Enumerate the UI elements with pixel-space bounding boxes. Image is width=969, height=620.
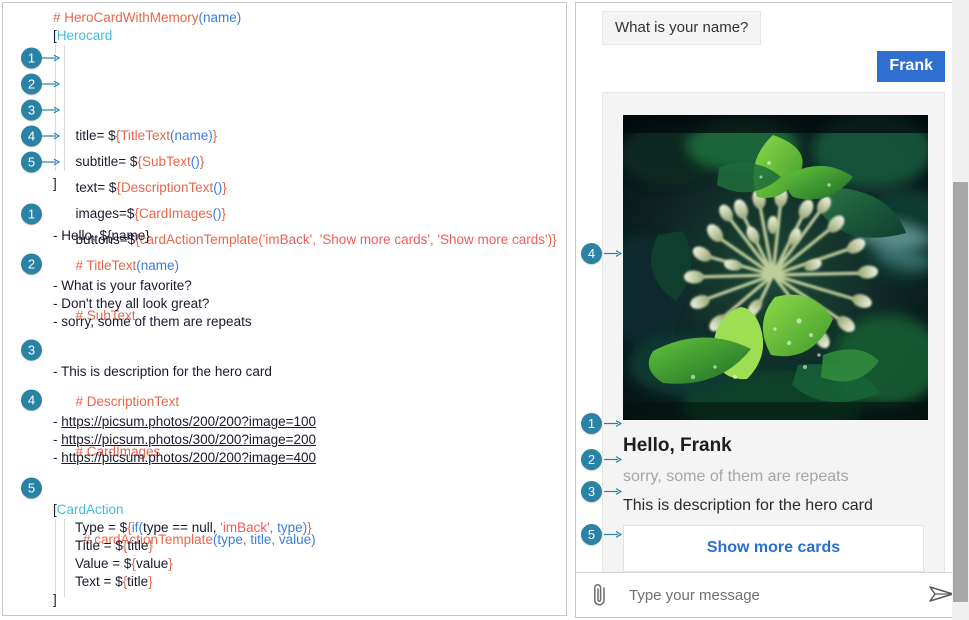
scrollbar-thumb[interactable]	[953, 182, 968, 602]
hero-card-title: Hello, Frank	[623, 435, 732, 456]
message-input[interactable]	[627, 585, 927, 605]
bot-message-bubble: What is your name?	[602, 11, 762, 45]
bot-message-row: What is your name?	[576, 3, 967, 45]
image-url-link[interactable]: https://picsum.photos/200/200?image=100	[61, 414, 316, 429]
show-more-cards-button[interactable]: Show more cards	[623, 525, 924, 572]
marker-badge-4: 4	[21, 389, 42, 411]
cardimages-link-row: - https://picsum.photos/300/200?image=20…	[53, 432, 317, 447]
cardaction-prop-text: Text = ${title}	[75, 574, 153, 589]
block-header-cardactiontemplate: 5 # cardActionTemplate(type, title, valu…	[3, 475, 566, 547]
paperclip-icon[interactable]	[589, 582, 611, 608]
arrow-icon	[42, 158, 60, 167]
hero-card-text: This is description for the hero card	[623, 497, 873, 514]
green-leaves-flower-buds-image	[623, 115, 928, 420]
marker-badge-1: 1	[21, 47, 42, 69]
cardaction-open: [CardAction	[53, 502, 124, 517]
cardaction-prop-title: Title = ${title}	[75, 538, 153, 553]
subtext-item: - Don't they all look great?	[53, 296, 210, 311]
chat-panel: What is your name? Frank Hello, Frank so…	[575, 2, 967, 618]
arrow-icon	[42, 54, 60, 63]
image-url-link[interactable]: https://picsum.photos/200/200?image=400	[61, 450, 316, 465]
arrow-icon	[42, 80, 60, 89]
window-scrollbar[interactable]	[952, 0, 969, 620]
arrow-icon	[604, 530, 622, 539]
prop-subtitle: 2 subtitle= ${SubText()}	[3, 71, 566, 169]
cardaction-close: ]	[53, 592, 57, 607]
chat-marker-5: 5	[581, 524, 622, 545]
arrow-icon	[604, 249, 622, 258]
marker-badge-3: 3	[21, 99, 42, 121]
cardaction-prop-type: Type = ${if(type == null, 'imBack', type…	[75, 520, 312, 535]
prop-images: 4 images=${CardImages()}	[3, 123, 566, 221]
prop-buttons: 5 buttons=${cardActionTemplate('imBack',…	[3, 149, 566, 247]
user-message-bubble: Frank	[877, 51, 945, 82]
block-header-titletext: 1 # TitleText(name)	[3, 201, 566, 273]
descriptiontext-item: - This is description for the hero card	[53, 364, 272, 379]
hero-card-subtitle: sorry, some of them are repeats	[623, 468, 849, 485]
subtext-item: - sorry, some of them are repeats	[53, 314, 252, 329]
arrow-icon	[42, 106, 60, 115]
herocard-open: [Herocard	[53, 28, 113, 43]
marker-badge-5: 5	[21, 151, 42, 173]
message-composer	[576, 572, 967, 617]
herocard-close: ]	[53, 176, 57, 191]
arrow-icon	[42, 132, 60, 141]
chat-marker-1: 1	[581, 413, 622, 434]
hero-card-image[interactable]	[623, 115, 928, 420]
marker-badge-2: 2	[21, 73, 42, 95]
user-message-row: Frank	[576, 51, 967, 82]
cardimages-link-row: - https://picsum.photos/200/200?image=10…	[53, 414, 317, 429]
marker-badge-3: 3	[581, 481, 602, 502]
block-header-cardimages: 4 # CardImages	[3, 387, 566, 459]
marker-badge-5: 5	[581, 524, 602, 545]
hero-card: Hello, Frank sorry, some of them are rep…	[602, 92, 945, 573]
code-area: # HeroCardWithMemory(name) [Herocard 1 t…	[3, 3, 566, 609]
cardimages-link-row: - https://picsum.photos/200/200?image=40…	[53, 450, 317, 465]
marker-badge-1: 1	[581, 413, 602, 434]
marker-badge-5: 5	[21, 477, 42, 499]
block-header-subtext: 2 # SubText	[3, 251, 566, 323]
marker-badge-3: 3	[21, 339, 42, 361]
marker-badge-2: 2	[21, 253, 42, 275]
lg-template-editor-panel: # HeroCardWithMemory(name) [Herocard 1 t…	[2, 2, 567, 616]
prop-text: 3 text= ${DescriptionText()}	[3, 97, 566, 195]
chat-marker-4: 4	[581, 243, 622, 264]
titletext-item: - Hello, ${name}	[53, 228, 150, 243]
block-header-descriptiontext: 3 # DescriptionText	[3, 337, 566, 409]
block-header-herocard: # HeroCardWithMemory(name)	[53, 10, 242, 25]
marker-badge-4: 4	[21, 125, 42, 147]
chat-marker-3: 3	[581, 481, 622, 502]
marker-badge-1: 1	[21, 203, 42, 225]
cardaction-prop-value: Value = ${value}	[75, 556, 173, 571]
prop-title: 1 title= ${TitleText(name)}	[3, 45, 566, 143]
marker-badge-4: 4	[581, 243, 602, 264]
chat-transcript[interactable]: What is your name? Frank Hello, Frank so…	[576, 3, 967, 573]
image-url-link[interactable]: https://picsum.photos/300/200?image=200	[61, 432, 316, 447]
arrow-icon	[604, 455, 622, 464]
arrow-icon	[604, 487, 622, 496]
subtext-item: - What is your favorite?	[53, 278, 192, 293]
chat-marker-2: 2	[581, 449, 622, 470]
marker-badge-2: 2	[581, 449, 602, 470]
arrow-icon	[604, 419, 622, 428]
